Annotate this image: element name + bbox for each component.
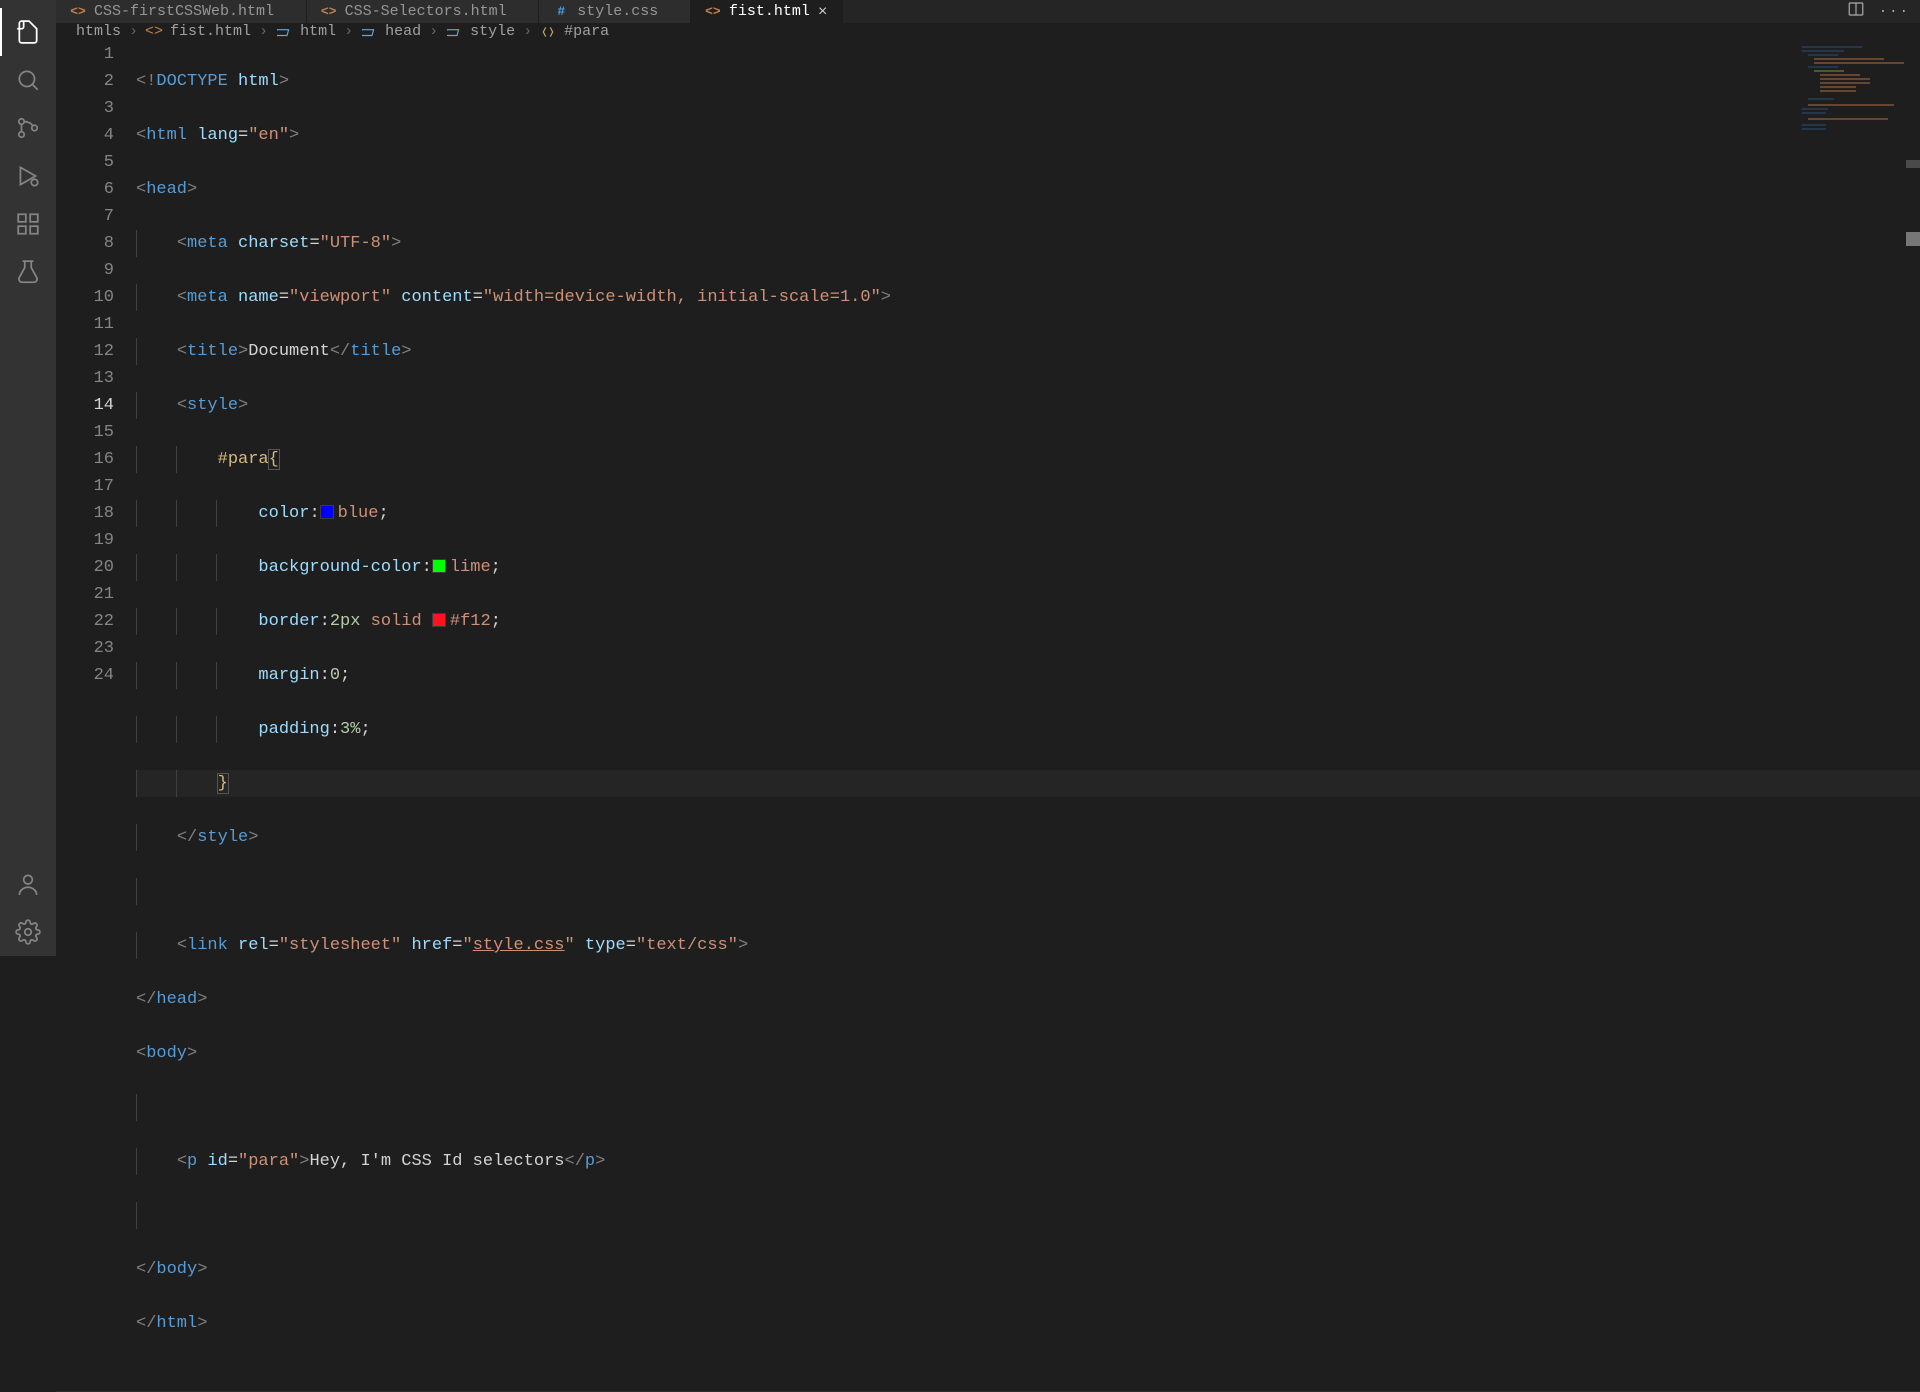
explorer-icon[interactable]: [0, 8, 56, 56]
settings-gear-icon[interactable]: [0, 908, 56, 956]
chevron-right-icon: ›: [429, 23, 438, 40]
tab-css-selectors[interactable]: <> CSS-Selectors.html ×: [307, 0, 540, 23]
chevron-right-icon: ›: [259, 23, 268, 40]
activity-bar: [0, 0, 56, 956]
symbol-icon: [540, 24, 556, 40]
tab-css-firstcssweb[interactable]: <> CSS-firstCSSWeb.html ×: [56, 0, 307, 23]
breadcrumb-item[interactable]: style: [470, 23, 515, 40]
source-control-icon[interactable]: [0, 104, 56, 152]
symbol-icon: [361, 24, 377, 40]
symbol-icon: [276, 24, 292, 40]
tab-fist-html[interactable]: <> fist.html ×: [691, 0, 843, 23]
breadcrumb-item[interactable]: fist.html: [170, 23, 251, 40]
close-icon[interactable]: ×: [818, 3, 828, 21]
breadcrumb-item[interactable]: #para: [564, 23, 609, 40]
tab-style-css[interactable]: # style.css ×: [539, 0, 691, 23]
code-content[interactable]: <!DOCTYPE html> <html lang="en"> <head> …: [136, 40, 1920, 1391]
html-file-icon: <>: [321, 4, 337, 20]
editor[interactable]: 1 2 3 4 5 6 7 8 9 10 11 12 13 14 15 16 1…: [56, 40, 1920, 1391]
tab-label: CSS-firstCSSWeb.html: [94, 3, 274, 20]
minimap[interactable]: [1796, 44, 1906, 184]
overview-ruler[interactable]: [1906, 40, 1920, 1391]
html-file-icon: <>: [70, 4, 86, 20]
extensions-icon[interactable]: [0, 200, 56, 248]
chevron-right-icon: ›: [523, 23, 532, 40]
run-debug-icon[interactable]: [0, 152, 56, 200]
more-actions-icon[interactable]: ···: [1879, 4, 1910, 20]
tab-actions: ···: [1847, 0, 1920, 23]
chevron-right-icon: ›: [344, 23, 353, 40]
breadcrumb[interactable]: htmls › <> fist.html › html › head › sty…: [56, 23, 1920, 40]
main-area: <> CSS-firstCSSWeb.html × <> CSS-Selecto…: [56, 0, 1920, 956]
tab-label: CSS-Selectors.html: [345, 3, 507, 20]
breadcrumb-item[interactable]: html: [300, 23, 336, 40]
tab-label: style.css: [577, 3, 658, 20]
html-file-icon: <>: [705, 4, 721, 20]
color-swatch: [432, 559, 446, 573]
color-swatch: [432, 613, 446, 627]
breadcrumb-item[interactable]: head: [385, 23, 421, 40]
split-editor-icon[interactable]: [1847, 0, 1865, 23]
search-icon[interactable]: [0, 56, 56, 104]
css-file-icon: #: [553, 4, 569, 20]
chevron-right-icon: ›: [129, 23, 138, 40]
color-swatch: [320, 505, 334, 519]
tab-label: fist.html: [729, 3, 810, 20]
breadcrumb-item[interactable]: htmls: [76, 23, 121, 40]
html-file-icon: <>: [146, 24, 162, 40]
app-root: <> CSS-firstCSSWeb.html × <> CSS-Selecto…: [0, 0, 1920, 956]
symbol-icon: [446, 24, 462, 40]
line-number-gutter: 1 2 3 4 5 6 7 8 9 10 11 12 13 14 15 16 1…: [56, 40, 136, 1391]
testing-icon[interactable]: [0, 248, 56, 296]
accounts-icon[interactable]: [0, 860, 56, 908]
editor-tabs: <> CSS-firstCSSWeb.html × <> CSS-Selecto…: [56, 0, 1920, 23]
